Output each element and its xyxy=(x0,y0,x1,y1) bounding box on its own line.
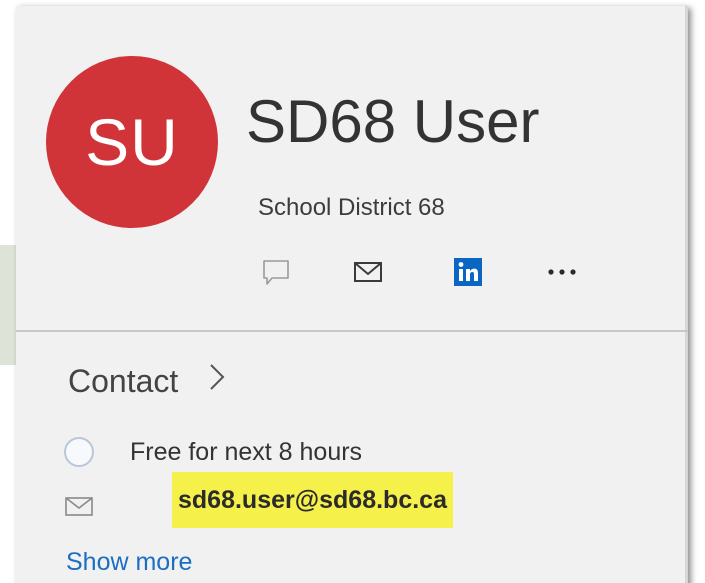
show-more-link[interactable]: Show more xyxy=(66,548,192,577)
email-button[interactable] xyxy=(350,254,386,290)
mail-icon xyxy=(64,496,94,523)
more-icon xyxy=(548,269,576,275)
chevron-right-icon xyxy=(208,362,226,400)
chat-button[interactable] xyxy=(258,254,294,290)
email-highlight[interactable]: sd68.user@sd68.bc.ca xyxy=(172,472,453,528)
linkedin-button[interactable] xyxy=(450,254,486,290)
presence-status-icon xyxy=(64,437,94,467)
contact-title: Contact xyxy=(68,362,179,399)
avatar-initials: SU xyxy=(85,105,179,179)
section-divider xyxy=(16,330,688,332)
profile-name: SD68 User xyxy=(246,88,540,155)
more-button[interactable] xyxy=(544,254,580,290)
avatar[interactable]: SU xyxy=(46,56,218,228)
card-edge xyxy=(685,6,688,583)
chat-icon xyxy=(263,260,289,285)
email-address: sd68.user@sd68.bc.ca xyxy=(178,485,447,514)
screenshot-stage: SU SD68 User School District 68 Contact … xyxy=(0,0,705,583)
presence-row: Free for next 8 hours xyxy=(64,434,362,470)
presence-text: Free for next 8 hours xyxy=(130,437,363,466)
profile-organization: School District 68 xyxy=(258,194,445,221)
mail-icon xyxy=(354,262,382,282)
profile-card: SU SD68 User School District 68 Contact … xyxy=(16,6,688,583)
linkedin-icon xyxy=(454,258,482,286)
contact-header[interactable]: Contact xyxy=(68,362,226,400)
